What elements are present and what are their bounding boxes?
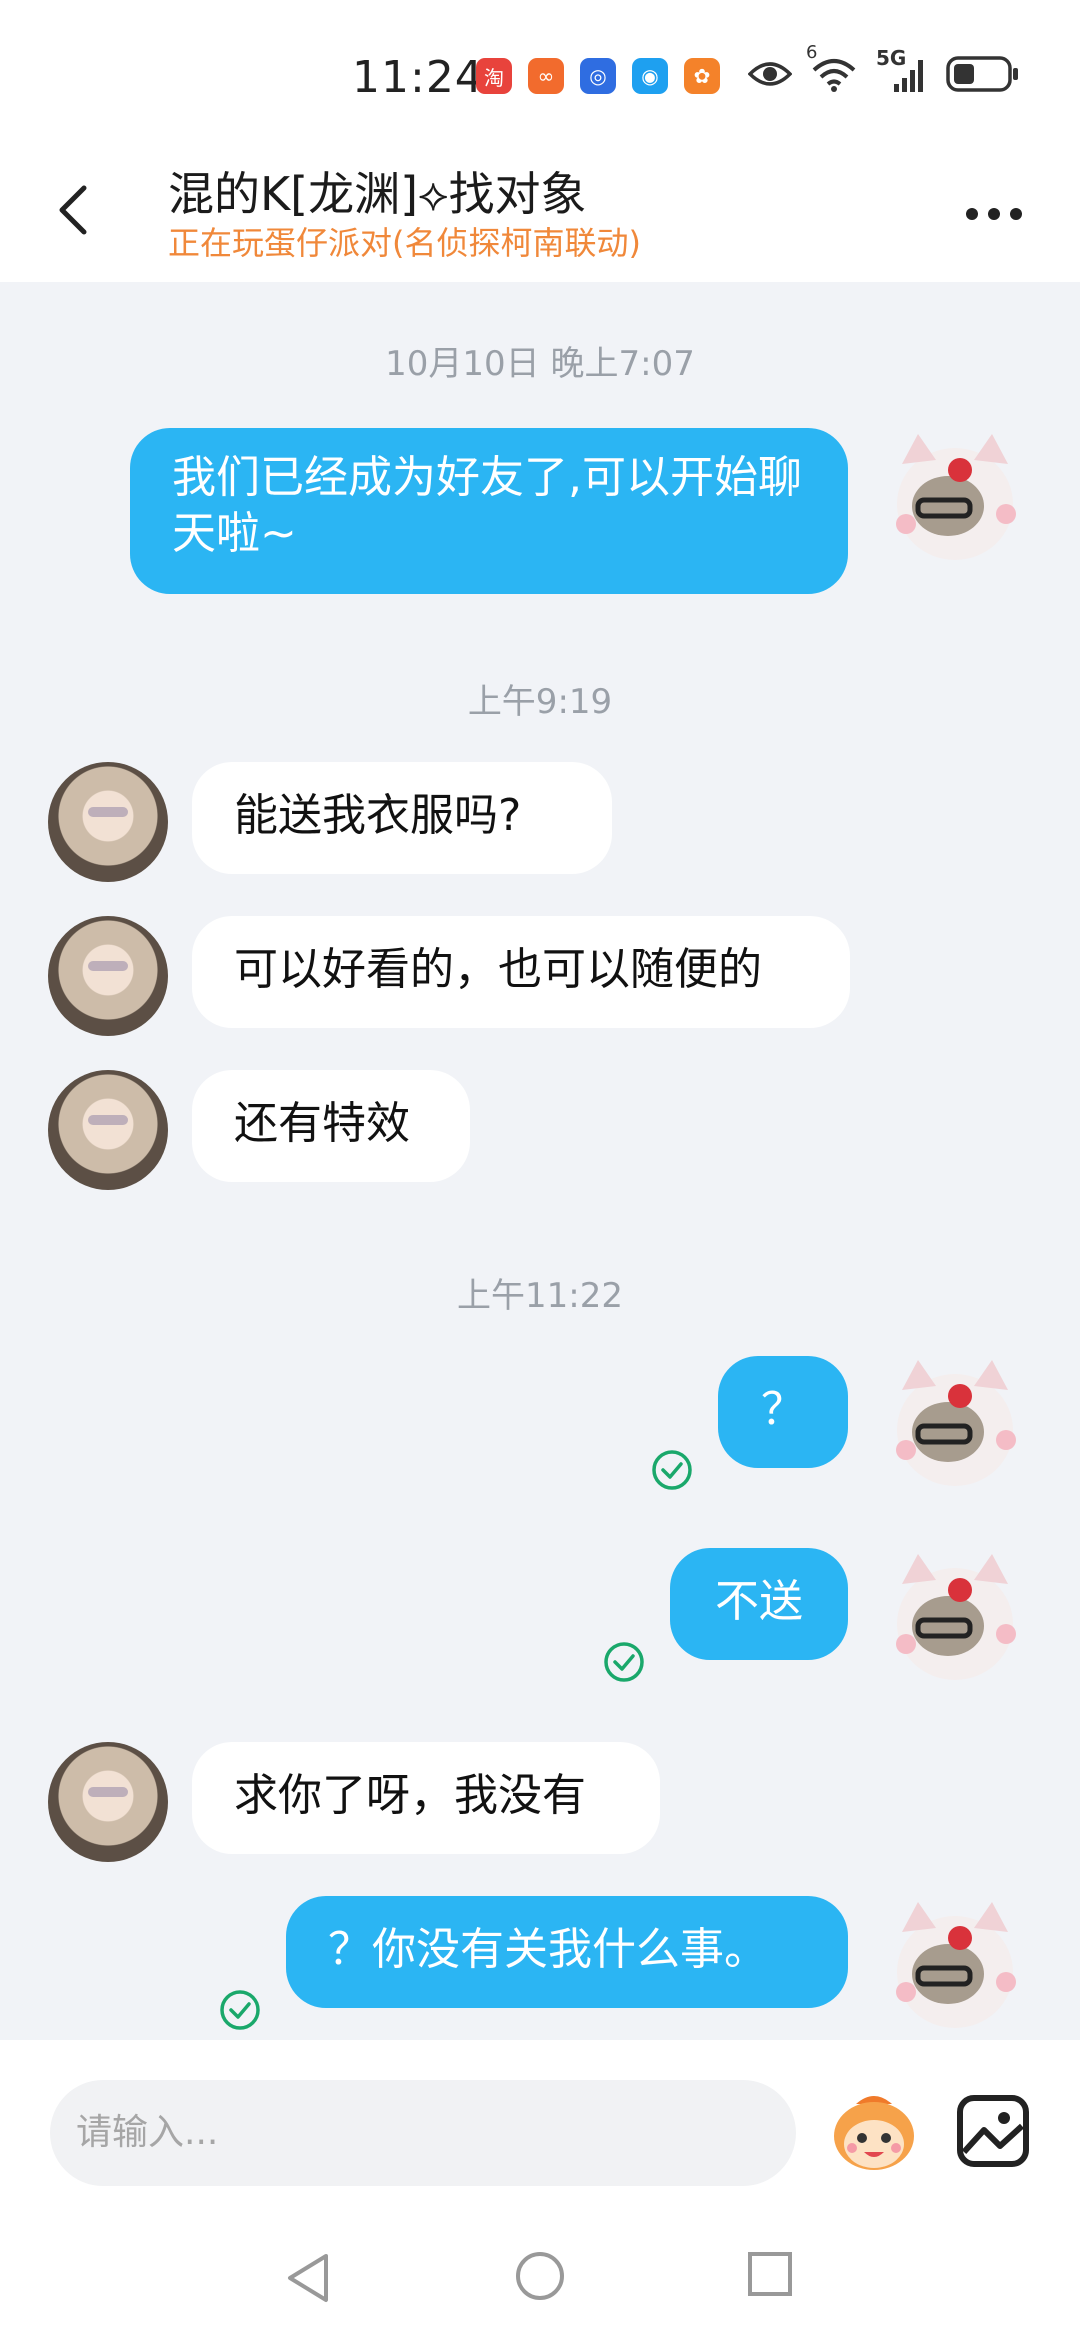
timestamp: 10月10日 晚上7:07	[385, 344, 695, 384]
system-nav-bar	[0, 2212, 1080, 2340]
contact-name[interactable]: 混的K[龙渊]⟡找对象	[168, 158, 586, 224]
contact-avatar[interactable]	[48, 1742, 168, 1862]
status-bar: 11:24 淘 ∞ ◎ ◉ ✿ 6 5G	[0, 0, 1080, 140]
my-avatar[interactable]	[880, 1892, 1030, 2040]
emoji-icon[interactable]	[826, 2090, 922, 2174]
nav-recent-icon[interactable]	[746, 2250, 794, 2298]
meituan-icon: ∞	[528, 58, 564, 94]
outgoing-message[interactable]: 不送	[670, 1548, 848, 1660]
more-options-icon[interactable]	[966, 208, 1022, 220]
back-icon[interactable]	[54, 184, 94, 236]
signal-indicator: 5G	[876, 46, 928, 96]
contact-avatar[interactable]	[48, 1070, 168, 1190]
contact-avatar[interactable]	[48, 762, 168, 882]
wifi-label: 6	[806, 42, 818, 63]
status-app-icons: 淘 ∞ ◎ ◉ ✿	[476, 58, 720, 94]
message-input[interactable]: 请输入...	[50, 2080, 796, 2186]
wifi-indicator: 6	[806, 42, 858, 96]
input-bar: 请输入...	[0, 2040, 1080, 2212]
eye-icon	[748, 62, 792, 86]
sent-check-icon	[604, 1642, 644, 1682]
browser-icon: ◎	[580, 58, 616, 94]
outgoing-message[interactable]: 我们已经成为好友了,可以开始聊天啦~	[130, 428, 848, 594]
nav-back-icon[interactable]	[282, 2250, 334, 2306]
sent-check-icon	[652, 1450, 692, 1490]
incoming-message[interactable]: 还有特效	[192, 1070, 470, 1182]
status-indicators: 6 5G	[748, 42, 1020, 96]
timestamp: 上午9:19	[467, 682, 613, 722]
image-icon[interactable]	[956, 2094, 1030, 2168]
battery-icon	[946, 56, 1018, 92]
chat-header: 混的K[龙渊]⟡找对象 正在玩蛋仔派对(名侦探柯南联动)	[0, 140, 1080, 282]
my-avatar[interactable]	[880, 1350, 1030, 1500]
incoming-message[interactable]: 可以好看的，也可以随便的	[192, 916, 850, 1028]
my-avatar[interactable]	[880, 424, 1030, 574]
incoming-message[interactable]: 求你了呀，我没有	[192, 1742, 660, 1854]
my-avatar[interactable]	[880, 1544, 1030, 1694]
incoming-message[interactable]: 能送我衣服吗?	[192, 762, 612, 874]
outgoing-message[interactable]: ？你没有关我什么事。	[286, 1896, 848, 2008]
taobao-icon: 淘	[476, 58, 512, 94]
status-time: 11:24	[352, 52, 484, 103]
nav-home-icon[interactable]	[514, 2250, 566, 2302]
network-label: 5G	[876, 46, 907, 70]
timestamp: 上午11:22	[457, 1276, 623, 1316]
contact-status: 正在玩蛋仔派对(名侦探柯南联动)	[168, 224, 641, 262]
contact-avatar[interactable]	[48, 916, 168, 1036]
message-list[interactable]: 10月10日 晚上7:07 我们已经成为好友了,可以开始聊天啦~ 上午9:19 …	[0, 282, 1080, 2040]
messages-icon: ◉	[632, 58, 668, 94]
game-icon: ✿	[684, 58, 720, 94]
sent-check-icon	[220, 1990, 260, 2030]
outgoing-message[interactable]: ？	[718, 1356, 848, 1468]
